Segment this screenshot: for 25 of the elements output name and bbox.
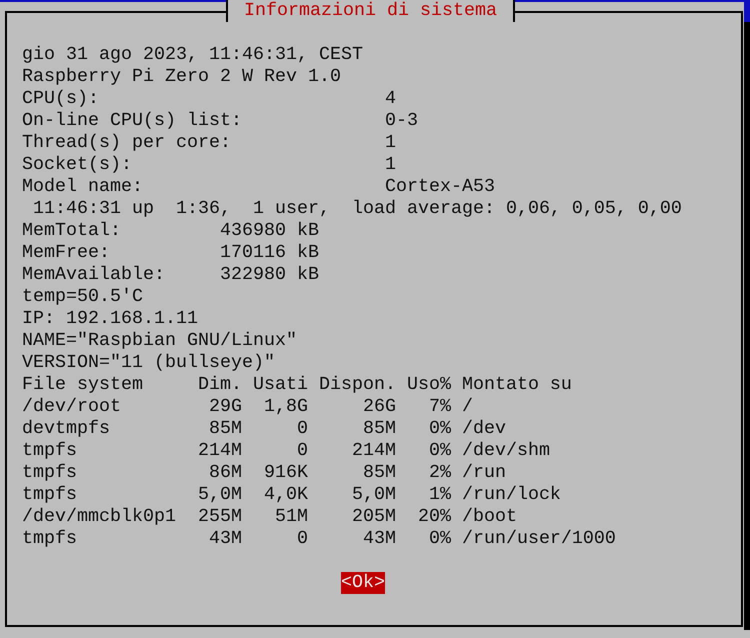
output-line: tmpfs 214M 0 214M 0% /dev/shm <box>22 440 551 462</box>
output-line: On-line CPU(s) list: 0-3 <box>22 110 419 132</box>
ok-button[interactable]: <Ok> <box>341 572 385 594</box>
output-line: /dev/root 29G 1,8G 26G 7% / <box>22 396 474 418</box>
output-line: devtmpfs 85M 0 85M 0% /dev <box>22 418 507 440</box>
output-line: Thread(s) per core: 1 <box>22 132 397 154</box>
output-line: File system Dim. Usati Dispon. Uso% Montato su <box>22 374 573 396</box>
output-line: Raspberry Pi Zero 2 W Rev 1.0 <box>22 66 342 88</box>
output-line: MemAvailable: 322980 kB <box>22 264 320 286</box>
output-line: VERSION="11 (bullseye)" <box>22 352 276 374</box>
output-line: temp=50.5'C <box>22 286 144 308</box>
output-line: 11:46:31 up 1:36, 1 user, load average: 0,06, 0,05, 0,00 <box>32 198 683 220</box>
output-line: gio 31 ago 2023, 11:46:31, CEST <box>22 44 364 66</box>
output-line: MemTotal: 436980 kB <box>22 220 320 242</box>
dialog-title: Informazioni di sistema <box>244 0 497 22</box>
output-line: /dev/mmcblk0p1 255M 51M 205M 20% /boot <box>22 506 518 528</box>
output-line: CPU(s): 4 <box>22 88 397 110</box>
output-line: tmpfs 43M 0 43M 0% /run/user/1000 <box>22 528 617 550</box>
output-line: tmpfs 86M 916K 85M 2% /run <box>22 462 507 484</box>
output-line: NAME="Raspbian GNU/Linux" <box>22 330 298 352</box>
output-line: MemFree: 170116 kB <box>22 242 320 264</box>
output-line: tmpfs 5,0M 4,0K 5,0M 1% /run/lock <box>22 484 562 506</box>
output-line: Socket(s): 1 <box>22 154 397 176</box>
output-line: IP: 192.168.1.11 <box>22 308 199 330</box>
output-line: Model name: Cortex-A53 <box>22 176 496 198</box>
